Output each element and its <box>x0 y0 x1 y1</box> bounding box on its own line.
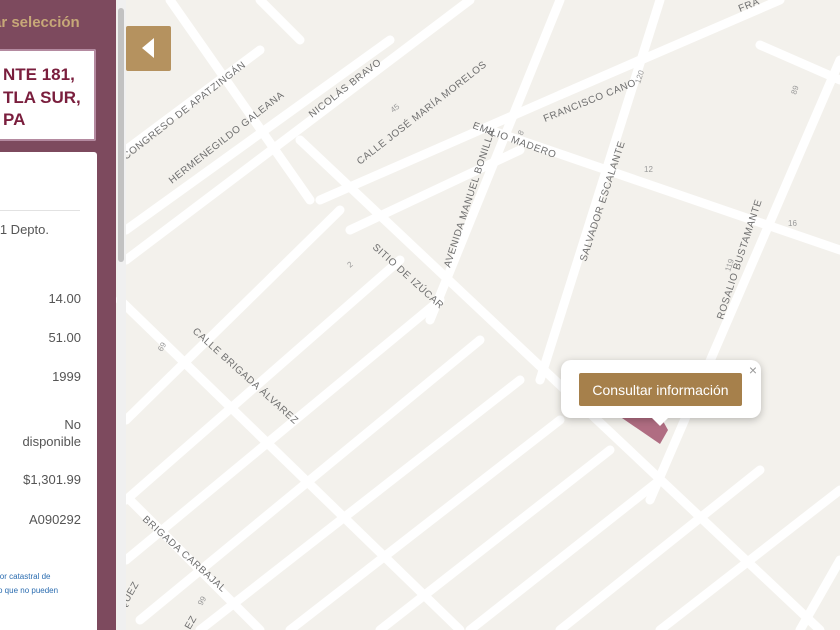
property-info-card: 1 Depto. 14.00 51.00 1999 No disponible … <box>0 152 97 630</box>
info-value: $1,301.99 <box>23 472 81 487</box>
sidebar-title: tar selección <box>0 14 80 31</box>
house-number: 16 <box>788 219 797 228</box>
collapse-sidebar-button[interactable] <box>126 26 171 71</box>
note-line: o que no pueden <box>0 586 59 595</box>
address-card: NTE 181, TLA SUR, PA <box>0 48 97 142</box>
cadastral-note: lor catastral de o que no pueden <box>0 570 108 598</box>
note-line: lor catastral de <box>0 572 51 581</box>
chevron-left-icon <box>142 38 154 58</box>
info-value: 51.00 <box>48 330 81 345</box>
info-value: 14.00 <box>48 291 81 306</box>
close-icon[interactable]: × <box>749 362 757 378</box>
info-value: A090292 <box>28 512 81 527</box>
info-value: disponible <box>22 434 81 449</box>
scrollbar-thumb[interactable] <box>118 8 124 262</box>
popup-pointer <box>650 416 670 426</box>
street-map[interactable]: CONGRESO DE APATZINGÁN HERMENEGILDO GALE… <box>0 0 840 630</box>
address-line: TLA SUR, <box>3 88 81 107</box>
divider <box>0 210 80 211</box>
address-line: NTE 181, <box>3 65 75 84</box>
consult-info-button[interactable]: Consultar información <box>579 373 742 406</box>
info-value: No <box>64 417 81 432</box>
property-sidebar: tar selección NTE 181, TLA SUR, PA 1 Dep… <box>0 0 116 630</box>
property-type: 1 Depto. <box>0 222 49 237</box>
info-popup: × Consultar información <box>561 360 761 418</box>
address-line: PA <box>3 110 26 129</box>
info-value: 1999 <box>52 369 81 384</box>
house-number: 12 <box>644 165 653 174</box>
